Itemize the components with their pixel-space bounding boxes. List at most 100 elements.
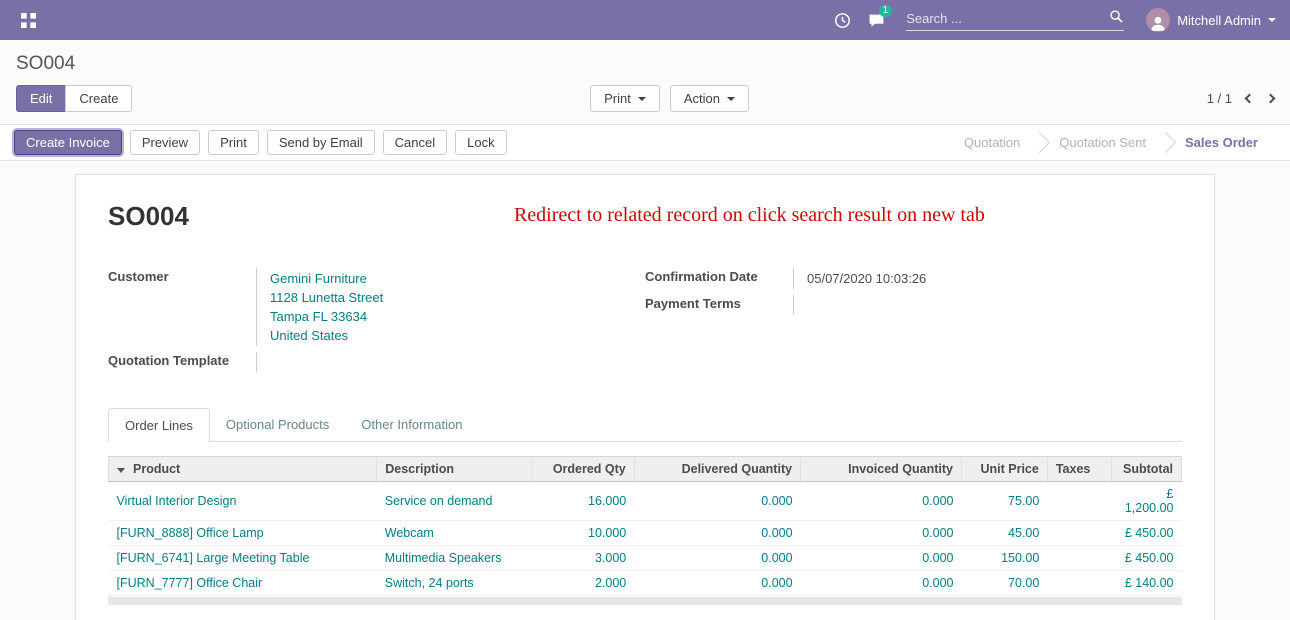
col-header-unit-price[interactable]: Unit Price [962, 457, 1048, 482]
control-bar: Edit Create Print Action 1 / 1 [0, 79, 1290, 124]
cell-delivered-qty[interactable]: 0.000 [634, 571, 800, 596]
cell-invoiced-qty[interactable]: 0.000 [801, 521, 962, 546]
table-scrollbar[interactable] [108, 597, 1182, 605]
form-view-background: SO004 Redirect to related record on clic… [0, 161, 1290, 620]
cell-ordered-qty[interactable]: 2.000 [532, 571, 634, 596]
cell-taxes[interactable] [1047, 482, 1111, 521]
cell-product[interactable]: [FURN_8888] Office Lamp [109, 521, 377, 546]
cancel-button[interactable]: Cancel [383, 130, 447, 155]
tab-optional-products[interactable]: Optional Products [210, 408, 345, 441]
col-header-invoiced-qty[interactable]: Invoiced Quantity [801, 457, 962, 482]
cell-product[interactable]: [FURN_6741] Large Meeting Table [109, 546, 377, 571]
print-caret-icon [638, 97, 646, 101]
pager-previous-icon[interactable] [1245, 94, 1255, 104]
breadcrumb: SO004 [0, 40, 1290, 79]
cell-subtotal[interactable]: £ 1,200.00 [1112, 482, 1182, 521]
col-header-delivered-qty[interactable]: Delivered Quantity [634, 457, 800, 482]
print-dropdown-label: Print [604, 91, 631, 106]
cell-invoiced-qty[interactable]: 0.000 [801, 482, 962, 521]
print-dropdown[interactable]: Print [590, 85, 660, 112]
col-header-subtotal[interactable]: Subtotal [1112, 457, 1182, 482]
apps-menu-icon[interactable] [14, 0, 42, 40]
tab-other-information[interactable]: Other Information [345, 408, 478, 441]
cell-invoiced-qty[interactable]: 0.000 [801, 571, 962, 596]
col-header-product-label: Product [133, 462, 180, 476]
cell-ordered-qty[interactable]: 10.000 [532, 521, 634, 546]
notebook-tabs: Order Lines Optional Products Other Info… [108, 408, 1182, 442]
messages-icon[interactable]: 1 [862, 0, 890, 40]
optional-columns-caret-icon[interactable] [117, 468, 125, 473]
user-name: Mitchell Admin [1177, 13, 1261, 28]
cell-unit-price[interactable]: 75.00 [962, 482, 1048, 521]
edit-create-group: Edit Create [16, 85, 132, 112]
col-header-taxes[interactable]: Taxes [1047, 457, 1111, 482]
customer-value[interactable]: Gemini Furniture 1128 Lunetta Street Tam… [256, 268, 645, 346]
action-dropdown[interactable]: Action [670, 85, 749, 112]
state-quotation-sent[interactable]: Quotation Sent [1043, 135, 1162, 150]
customer-street: 1128 Lunetta Street [270, 288, 645, 307]
cell-ordered-qty[interactable]: 16.000 [532, 482, 634, 521]
col-header-ordered-qty[interactable]: Ordered Qty [532, 457, 634, 482]
cell-product[interactable]: [FURN_7777] Office Chair [109, 571, 377, 596]
customer-name[interactable]: Gemini Furniture [270, 269, 645, 288]
user-menu[interactable]: Mitchell Admin [1146, 8, 1276, 32]
confirmation-date-value: 05/07/2020 10:03:26 [793, 268, 1182, 289]
col-header-description[interactable]: Description [377, 457, 533, 482]
state-quotation[interactable]: Quotation [948, 135, 1036, 150]
order-line-row[interactable]: [FURN_7777] Office Chair Switch, 24 port… [109, 571, 1182, 596]
cell-description[interactable]: Service on demand [377, 482, 533, 521]
action-caret-icon [727, 97, 735, 101]
lock-button[interactable]: Lock [455, 130, 506, 155]
cell-subtotal[interactable]: £ 140.00 [1112, 571, 1182, 596]
cell-delivered-qty[interactable]: 0.000 [634, 482, 800, 521]
state-sales-order[interactable]: Sales Order [1169, 135, 1274, 150]
cell-unit-price[interactable]: 150.00 [962, 546, 1048, 571]
preview-button[interactable]: Preview [130, 130, 200, 155]
quotation-template-value[interactable] [256, 352, 645, 372]
payment-terms-label: Payment Terms [645, 295, 793, 315]
pager-next-icon[interactable] [1266, 94, 1276, 104]
confirmation-date-label: Confirmation Date [645, 268, 793, 289]
quotation-template-label: Quotation Template [108, 352, 256, 372]
right-field-group: Confirmation Date 05/07/2020 10:03:26 Pa… [645, 268, 1182, 372]
edit-button[interactable]: Edit [16, 85, 66, 112]
cell-description[interactable]: Multimedia Speakers [377, 546, 533, 571]
tab-order-lines[interactable]: Order Lines [108, 408, 210, 442]
order-line-row[interactable]: Virtual Interior Design Service on deman… [109, 482, 1182, 521]
cell-description[interactable]: Webcam [377, 521, 533, 546]
table-header-row: Product Description Ordered Qty Delivere… [109, 457, 1182, 482]
order-title: SO004 [108, 201, 189, 232]
print-button[interactable]: Print [208, 130, 259, 155]
search-icon[interactable] [1109, 9, 1124, 27]
create-invoice-button[interactable]: Create Invoice [14, 130, 122, 155]
cell-delivered-qty[interactable]: 0.000 [634, 546, 800, 571]
create-button[interactable]: Create [65, 85, 132, 112]
order-line-row[interactable]: [FURN_6741] Large Meeting Table Multimed… [109, 546, 1182, 571]
payment-terms-value[interactable] [793, 295, 1182, 315]
cell-delivered-qty[interactable]: 0.000 [634, 521, 800, 546]
cell-description[interactable]: Switch, 24 ports [377, 571, 533, 596]
cell-invoiced-qty[interactable]: 0.000 [801, 546, 962, 571]
record-actions: Print Action [590, 85, 749, 112]
cell-unit-price[interactable]: 70.00 [962, 571, 1048, 596]
customer-label: Customer [108, 268, 256, 346]
sheet-header: SO004 Redirect to related record on clic… [108, 201, 1182, 232]
cell-subtotal[interactable]: £ 450.00 [1112, 546, 1182, 571]
action-dropdown-label: Action [684, 91, 720, 106]
cell-product[interactable]: Virtual Interior Design [109, 482, 377, 521]
cell-ordered-qty[interactable]: 3.000 [532, 546, 634, 571]
cell-taxes[interactable] [1047, 546, 1111, 571]
cell-unit-price[interactable]: 45.00 [962, 521, 1048, 546]
cell-taxes[interactable] [1047, 571, 1111, 596]
col-header-product[interactable]: Product [109, 457, 377, 482]
order-line-row[interactable]: [FURN_8888] Office Lamp Webcam 10.000 0.… [109, 521, 1182, 546]
activities-clock-icon[interactable] [828, 0, 856, 40]
sales-order-sheet: SO004 Redirect to related record on clic… [75, 174, 1215, 620]
state-pipeline: Quotation Quotation Sent Sales Order [948, 135, 1274, 150]
cell-subtotal[interactable]: £ 450.00 [1112, 521, 1182, 546]
cell-taxes[interactable] [1047, 521, 1111, 546]
breadcrumb-record-title: SO004 [16, 53, 75, 74]
send-by-email-button[interactable]: Send by Email [267, 130, 375, 155]
search-input[interactable] [906, 11, 1109, 26]
user-menu-caret-icon [1268, 18, 1276, 22]
